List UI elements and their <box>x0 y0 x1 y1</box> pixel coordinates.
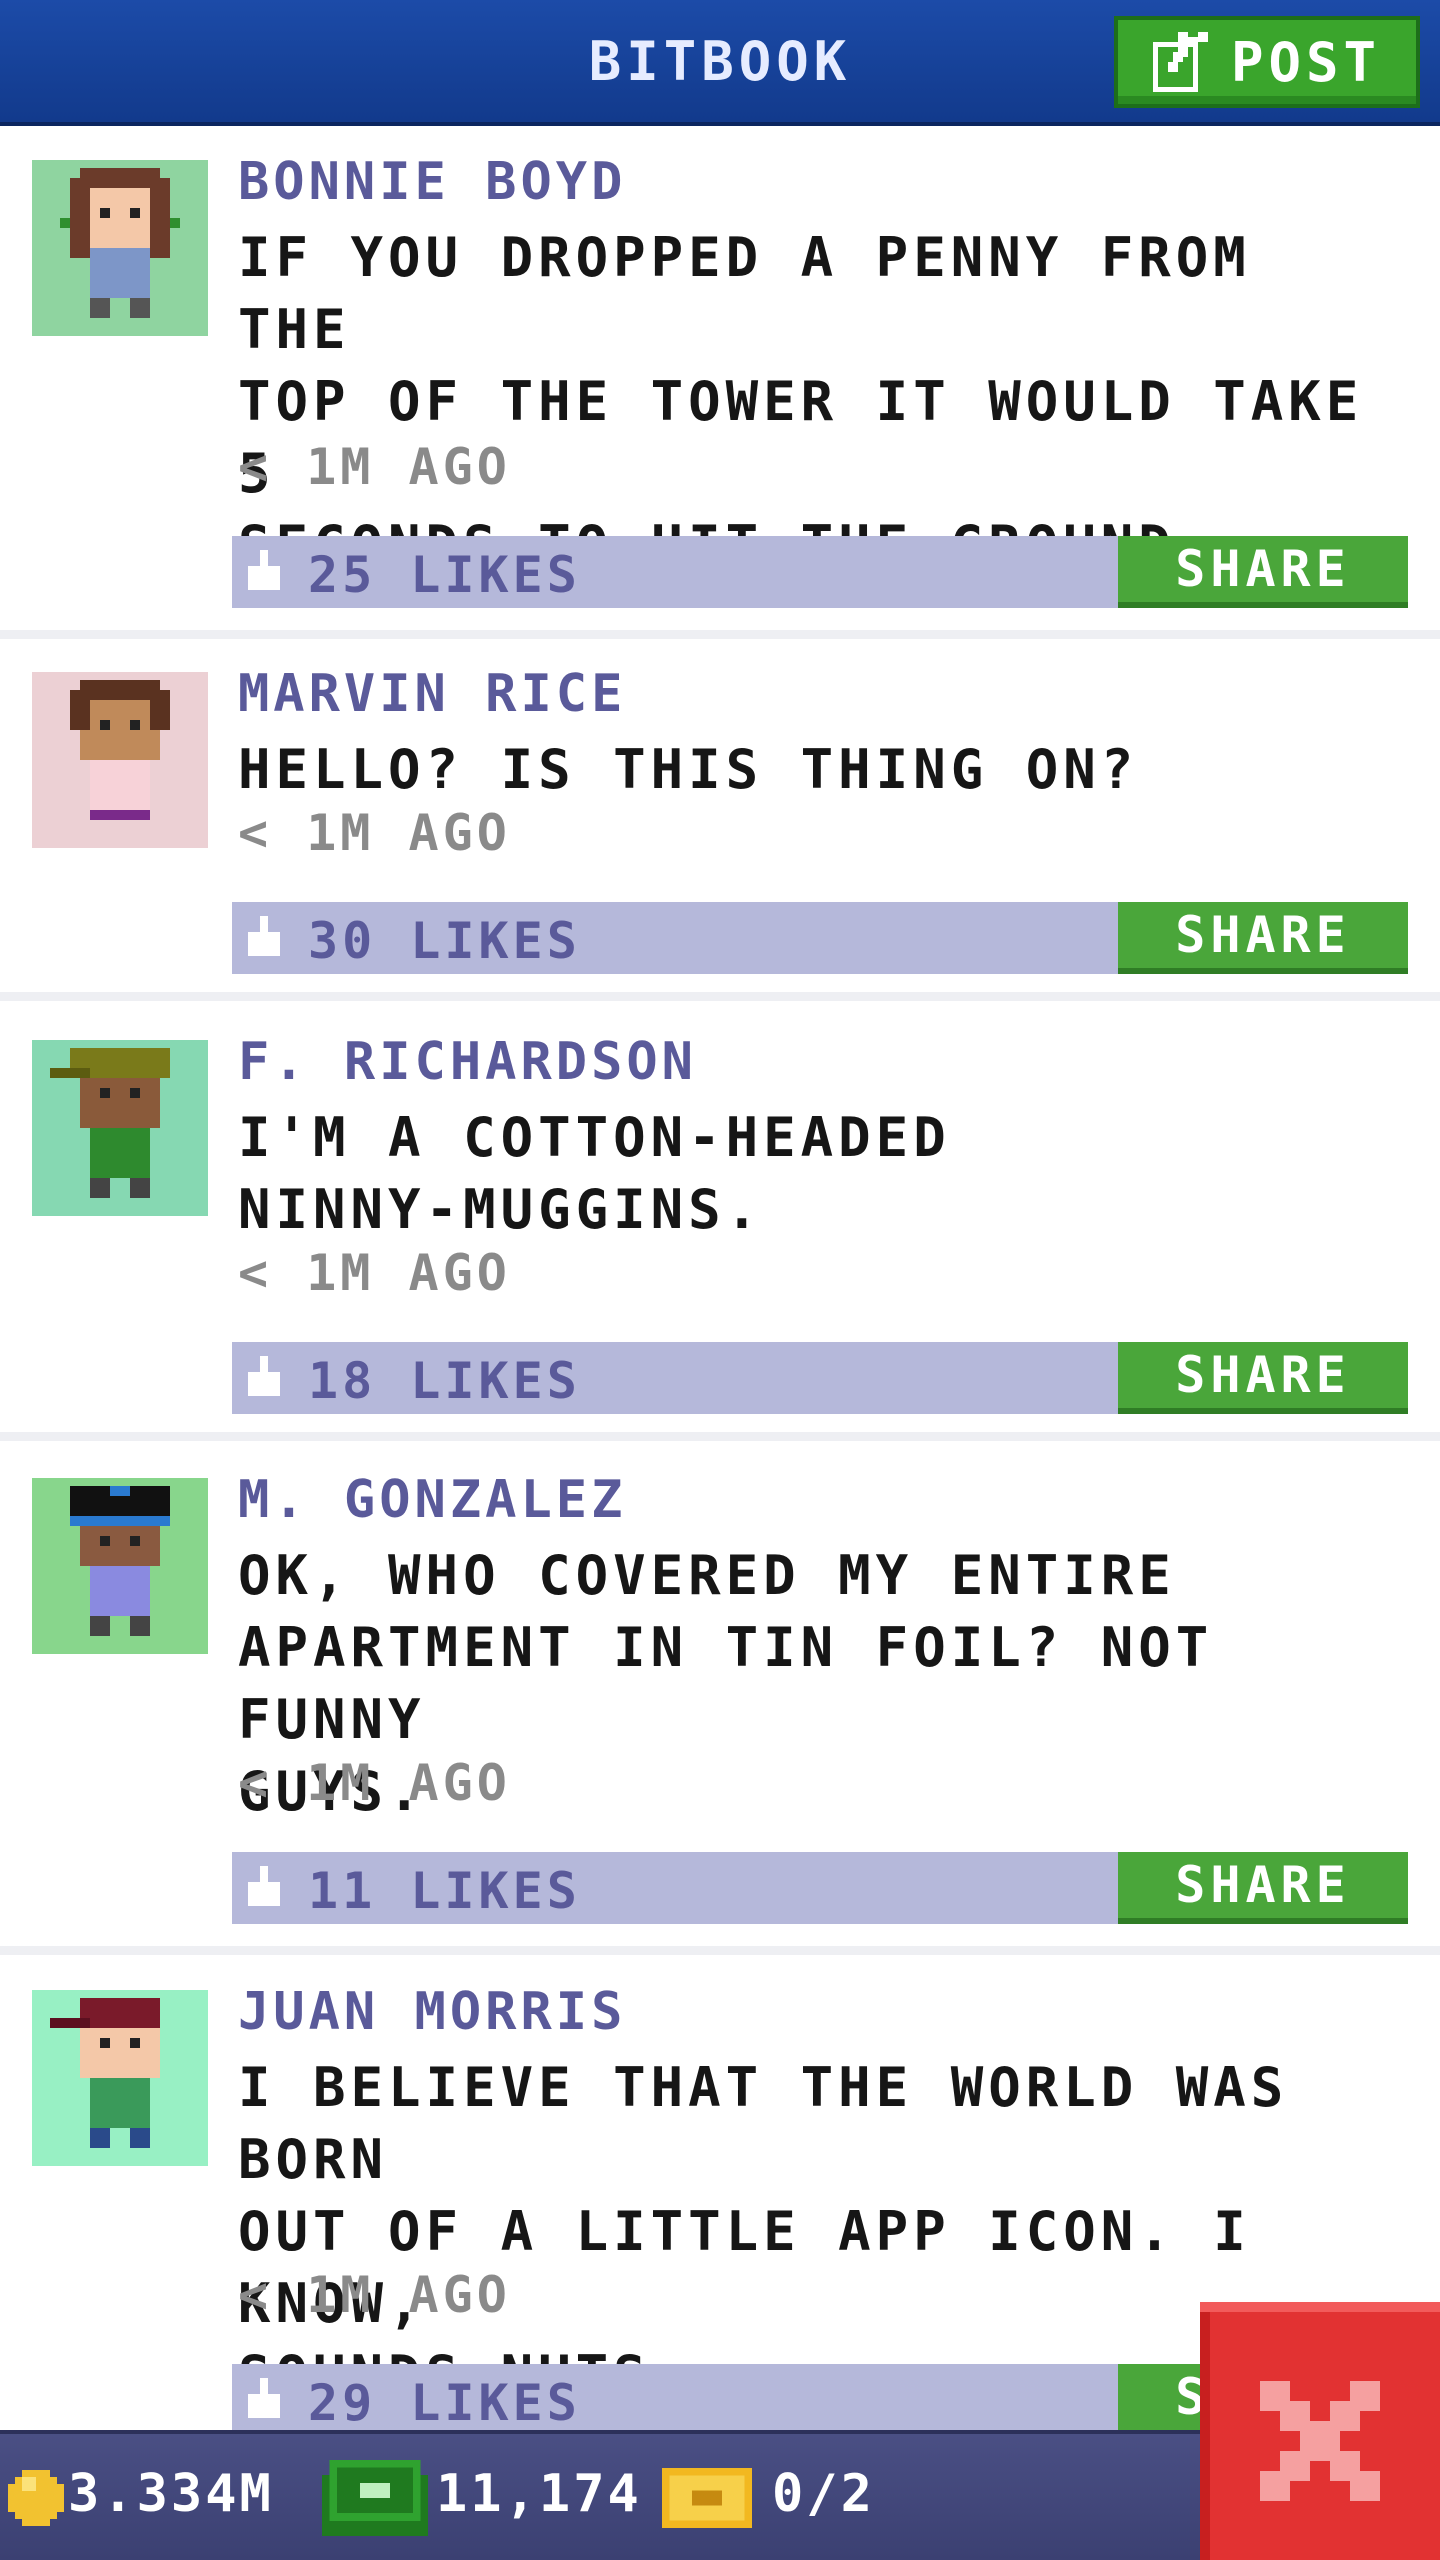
likes-count: 25 LIKES <box>308 546 581 604</box>
edit-icon <box>1152 32 1208 92</box>
post-author[interactable]: MARVIN RICE <box>238 664 626 724</box>
likes-count: 30 LIKES <box>308 912 581 970</box>
post-button[interactable]: POST <box>1114 16 1420 108</box>
divider <box>0 992 1440 1001</box>
post-author[interactable]: F. RICHARDSON <box>238 1032 697 1092</box>
close-button[interactable] <box>1200 2302 1440 2560</box>
like-icon <box>248 550 280 590</box>
likes-count: 11 LIKES <box>308 1862 581 1920</box>
ticket-icon <box>662 2468 752 2528</box>
likes-bar[interactable]: 11 LIKES SHARE <box>232 1852 1408 1924</box>
likes-bar[interactable]: 30 LIKES SHARE <box>232 902 1408 974</box>
like-icon <box>248 1356 280 1396</box>
tickets-count: 0/2 <box>772 2464 875 2524</box>
like-icon <box>248 1866 280 1906</box>
likes-count: 29 LIKES <box>308 2374 581 2432</box>
divider <box>0 1946 1440 1955</box>
share-button[interactable]: SHARE <box>1118 902 1408 974</box>
post-time: < 1M AGO <box>238 438 511 496</box>
avatar-image <box>50 1998 160 2148</box>
post-time: < 1M AGO <box>238 804 511 862</box>
post-author[interactable]: BONNIE BOYD <box>238 152 626 212</box>
post-time: < 1M AGO <box>238 1754 511 1812</box>
share-button[interactable]: SHARE <box>1118 536 1408 608</box>
likes-bar[interactable]: 25 LIKES SHARE <box>232 536 1408 608</box>
coin-icon <box>8 2470 64 2526</box>
avatar-image <box>50 1048 170 1198</box>
post-author[interactable]: M. GONZALEZ <box>238 1470 626 1530</box>
avatar-image <box>70 680 170 820</box>
coins-count: 3.334M <box>68 2464 274 2524</box>
post-message: IF YOU DROPPED A PENNY FROM THE TOP OF T… <box>238 226 1364 577</box>
avatar[interactable] <box>32 1990 208 2166</box>
like-icon <box>248 2378 280 2418</box>
avatar-image <box>60 168 180 318</box>
bux-count: 11,174 <box>436 2464 642 2524</box>
avatar[interactable] <box>32 1040 208 1216</box>
share-button[interactable]: SHARE <box>1118 1342 1408 1414</box>
header-bar: BITBOOK POST <box>0 0 1440 126</box>
post-time: < 1M AGO <box>238 2266 511 2324</box>
post-button-label: POST <box>1230 30 1382 94</box>
avatar-image <box>70 1486 170 1636</box>
cash-icon <box>321 2460 429 2536</box>
post-author[interactable]: JUAN MORRIS <box>238 1982 626 2042</box>
divider <box>0 630 1440 639</box>
close-icon <box>1260 2381 1380 2501</box>
avatar[interactable] <box>32 672 208 848</box>
post-message: I'M A COTTON-HEADED NINNY-MUGGINS. <box>238 1106 951 1241</box>
divider <box>0 1432 1440 1441</box>
post-message: HELLO? IS THIS THING ON? <box>238 738 1139 801</box>
likes-count: 18 LIKES <box>308 1352 581 1410</box>
avatar[interactable] <box>32 1478 208 1654</box>
post-time: < 1M AGO <box>238 1244 511 1302</box>
share-button[interactable]: SHARE <box>1118 1852 1408 1924</box>
like-icon <box>248 916 280 956</box>
avatar[interactable] <box>32 160 208 336</box>
likes-bar[interactable]: 18 LIKES SHARE <box>232 1342 1408 1414</box>
